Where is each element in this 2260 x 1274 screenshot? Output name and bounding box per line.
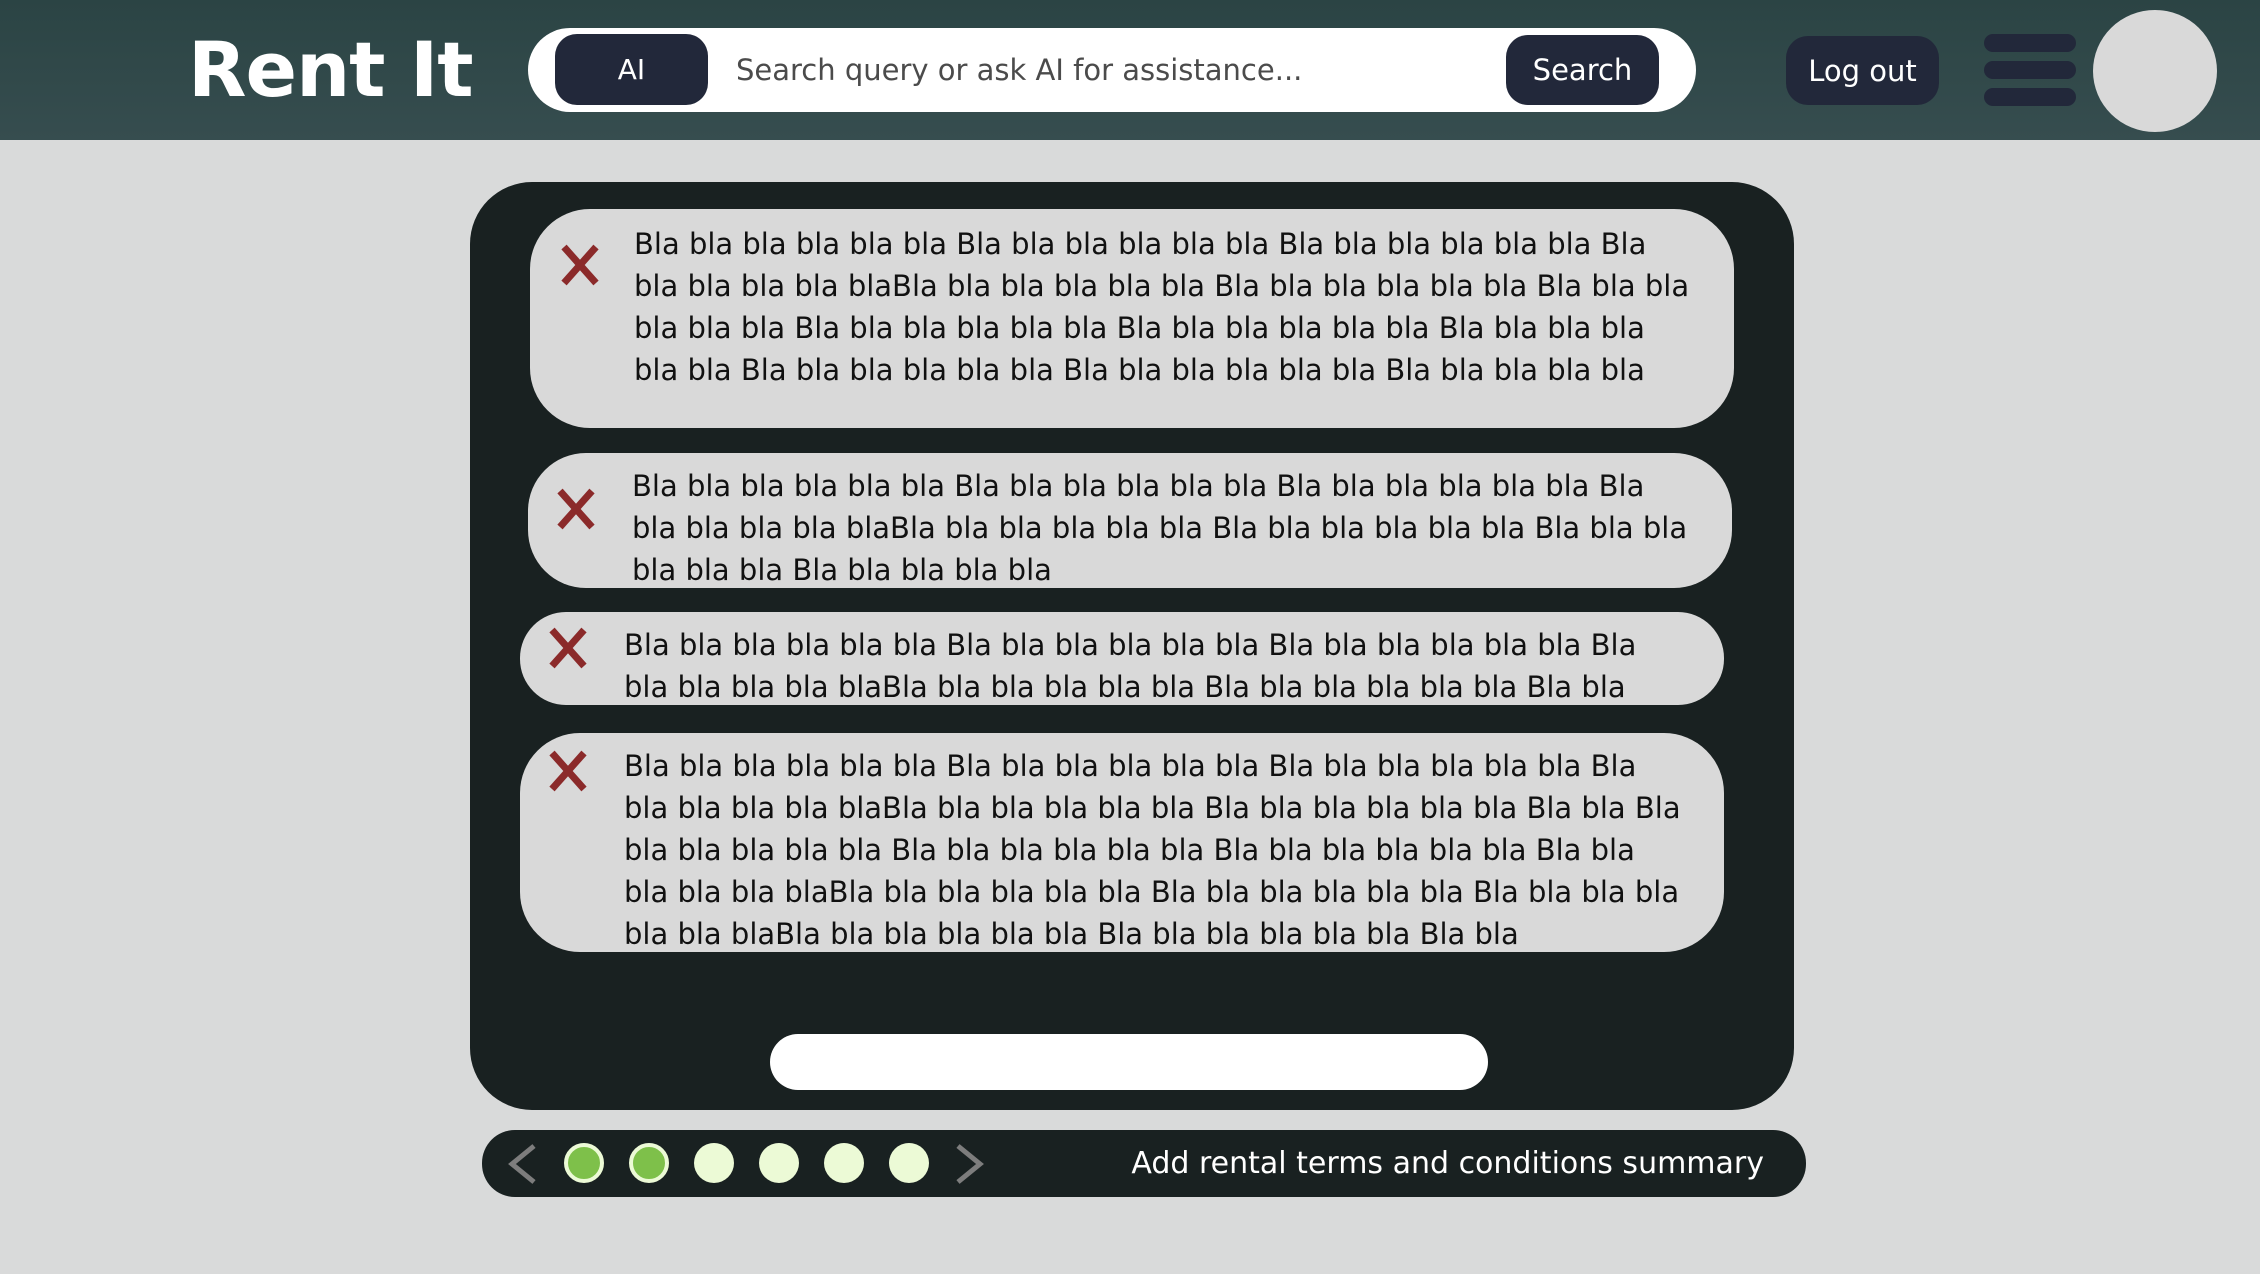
step-dot-6[interactable] (889, 1143, 929, 1183)
term-card: Bla bla bla bla bla bla Bla bla bla bla … (520, 612, 1724, 705)
step-dot-1[interactable] (564, 1143, 604, 1183)
menu-bar (1984, 88, 2076, 106)
term-card-text: Bla bla bla bla bla bla Bla bla bla bla … (632, 469, 1688, 587)
top-header: Rent It AI Search Log out (0, 0, 2260, 140)
terms-panel: Bla bla bla bla bla bla Bla bla bla bla … (470, 182, 1794, 1110)
menu-bar (1984, 34, 2076, 52)
search-bar: AI Search (528, 28, 1696, 112)
term-card: Bla bla bla bla bla bla Bla bla bla bla … (528, 453, 1732, 588)
user-avatar[interactable] (2093, 10, 2217, 132)
close-x-icon[interactable] (548, 626, 588, 670)
step-dot-5[interactable] (824, 1143, 864, 1183)
close-x-icon[interactable] (548, 749, 588, 793)
hamburger-menu-icon[interactable] (1984, 34, 2076, 106)
menu-bar (1984, 61, 2076, 79)
step-dot-2[interactable] (629, 1143, 669, 1183)
logout-button[interactable]: Log out (1786, 36, 1939, 105)
term-card-text: Bla bla bla bla bla bla Bla bla bla bla … (624, 749, 1681, 951)
term-card: Bla bla bla bla bla bla Bla bla bla bla … (530, 209, 1734, 428)
term-card-text: Bla bla bla bla bla bla Bla bla bla bla … (634, 227, 1690, 387)
term-card: Bla bla bla bla bla bla Bla bla bla bla … (520, 733, 1724, 952)
search-input[interactable] (736, 40, 1516, 100)
ai-toggle-button[interactable]: AI (555, 34, 708, 105)
step-dot-3[interactable] (694, 1143, 734, 1183)
brand-logo[interactable]: Rent It (188, 22, 474, 118)
step-dot-4[interactable] (759, 1143, 799, 1183)
chevron-right-icon[interactable] (950, 1142, 990, 1186)
chevron-left-icon[interactable] (502, 1142, 542, 1186)
term-card-text: Bla bla bla bla bla bla Bla bla bla bla … (624, 628, 1637, 704)
close-x-icon[interactable] (560, 243, 600, 287)
step-label: Add rental terms and conditions summary (1131, 1146, 1764, 1181)
search-button[interactable]: Search (1506, 35, 1659, 105)
step-pager: Add rental terms and conditions summary (482, 1130, 1806, 1197)
new-term-input[interactable] (770, 1034, 1488, 1090)
close-x-icon[interactable] (556, 487, 596, 531)
